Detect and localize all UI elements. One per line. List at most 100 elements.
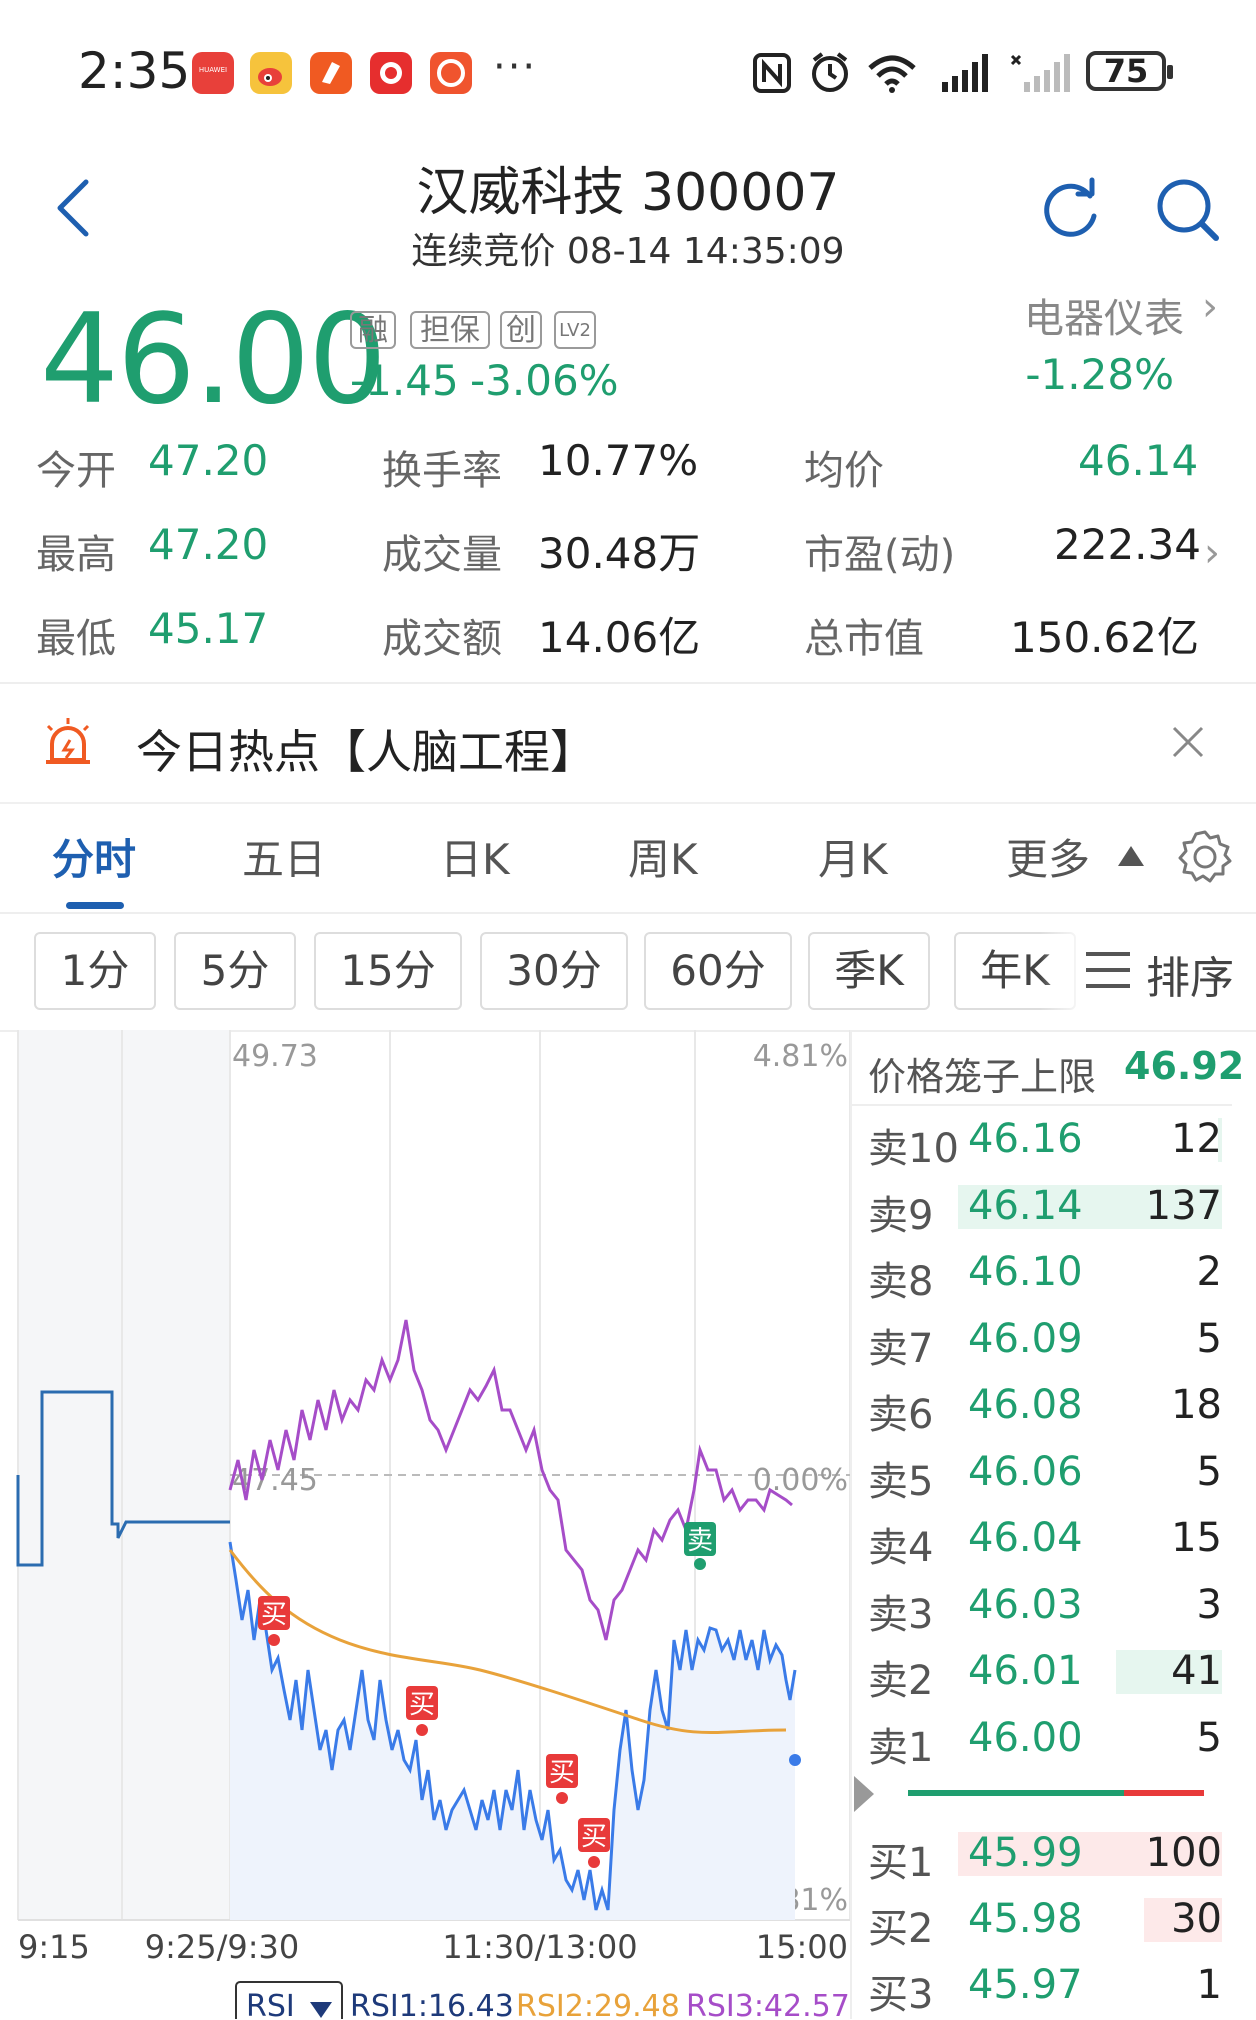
tab-weekly-k[interactable]: 周K [628,826,698,887]
app-orange-icon [310,52,352,94]
pct-mid-label: 0.00% [753,1463,848,1498]
bid-level-label: 买2 [868,1906,934,1952]
stat-high-value: 47.20 [148,520,269,569]
marker-dot [416,1724,428,1736]
ask-volume: 12 [1171,1116,1222,1162]
ask-volume: 15 [1171,1515,1222,1561]
ask-level-label: 卖1 [868,1724,934,1771]
refresh-icon[interactable] [1038,176,1104,242]
ask-row[interactable]: 卖5 46.06 5 [868,1449,1222,1505]
alarm-icon [812,52,848,92]
marker-dot [694,1558,706,1570]
bid-row[interactable]: 买1 45.99 100 [868,1830,1222,1886]
pre-open-area [18,1030,230,1920]
rsi2-label: RSI2:29.48 [516,1989,680,2019]
app-coin-icon [430,52,472,94]
ask-level-label: 卖7 [868,1325,934,1372]
bid-level-label: 买1 [868,1840,934,1886]
order-book-divider [852,1104,1232,1106]
ask-price: 46.00 [968,1714,1083,1761]
period-quarter-k[interactable]: 季K [808,932,930,1010]
pe-chevron-icon[interactable]: › [1204,530,1220,576]
tab-more[interactable]: 更多 [1006,826,1090,887]
ask-row[interactable]: 卖6 46.08 18 [868,1382,1222,1438]
sort-menu-icon[interactable] [1084,950,1132,990]
bid-row[interactable]: 买3 45.97 1 [868,1962,1222,2018]
caret-up-icon[interactable] [1116,842,1146,868]
period-60min[interactable]: 60分 [644,932,792,1010]
sector-change: -1.28% [1025,350,1174,399]
ask-price: 46.01 [968,1648,1083,1694]
gear-icon[interactable] [1176,828,1234,886]
ask-row[interactable]: 卖2 46.01 41 [868,1648,1222,1704]
buy-marker-label: 买 [261,1600,287,1630]
expand-arrow-icon[interactable] [852,1774,876,1814]
ask-row[interactable]: 卖1 46.00 5 [868,1714,1222,1771]
marker-dot [556,1792,568,1804]
ask-price: 46.09 [968,1315,1083,1362]
ask-price: 46.10 [968,1249,1083,1295]
badge-margin: 融 [350,311,396,349]
hot-topic-text[interactable]: 今日热点【人脑工程】 [136,716,596,782]
ask-row[interactable]: 卖3 46.03 3 [868,1582,1222,1638]
price-cap-value: 46.92 [1124,1044,1245,1088]
stat-open-label: 今开 [36,448,116,494]
period-30min[interactable]: 30分 [480,932,628,1010]
badge-level2: LV2 [554,311,596,349]
intraday-chart[interactable]: 49.7347.4545.174.81%0.00%-4.81%9:159:25/… [0,1030,860,2019]
tab-monthly-k[interactable]: 月K [818,826,888,887]
rsi1-label: RSI1:16.43 [350,1989,514,2019]
last-price-dot [789,1754,801,1766]
bid-volume: 30 [1171,1896,1222,1942]
search-icon[interactable] [1152,174,1222,244]
bid-row[interactable]: 买2 45.98 30 [868,1896,1222,1952]
ask-row[interactable]: 卖10 46.16 12 [868,1116,1222,1172]
tab-daily-k[interactable]: 日K [440,826,510,887]
stat-amount-value: 14.06亿 [538,613,701,662]
ask-row[interactable]: 卖7 46.09 5 [868,1315,1222,1372]
price-change-pct: -3.06% [470,356,619,405]
ask-row[interactable]: 卖9 46.14 137 [868,1183,1222,1239]
ask-row[interactable]: 卖4 46.04 15 [868,1515,1222,1571]
rsi3-label: RSI3:42.57 [686,1989,850,2019]
ask-volume: 5 [1196,1714,1222,1761]
signal-2-icon [1010,54,1070,92]
period-5min[interactable]: 5分 [174,932,296,1010]
ask-row[interactable]: 卖8 46.10 2 [868,1249,1222,1305]
ask-price: 46.16 [968,1116,1083,1162]
huawei-icon-label: HUAWEI [198,66,228,74]
price-change: -1.45 [350,356,459,405]
ask-level-label: 卖3 [868,1591,934,1638]
period-15min[interactable]: 15分 [314,932,462,1010]
stat-amount-label: 成交额 [382,616,502,662]
bid-volume: 100 [1145,1830,1222,1876]
x-label: 9:15 [18,1928,90,1966]
period-1min[interactable]: 1分 [34,932,156,1010]
badge-chinext: 创 [500,311,542,349]
close-icon[interactable] [1170,724,1206,760]
tab-intraday[interactable]: 分时 [52,826,136,887]
stat-avg-label: 均价 [804,448,884,494]
app-red-icon [370,52,412,94]
stat-low-value: 45.17 [148,604,269,653]
sort-button[interactable]: 排序 [1146,942,1234,1006]
buy-marker-label: 买 [581,1822,607,1852]
sector-chevron-icon[interactable]: › [1202,284,1218,330]
buy-sell-ratio-bar-red [1124,1790,1204,1796]
indicator-select-label: RSI [246,1989,295,2019]
buy-marker-label: 买 [549,1758,575,1788]
order-book-left-border [850,1030,852,2019]
ask-level-label: 卖10 [868,1126,959,1172]
ask-level-label: 卖9 [868,1192,934,1239]
sell-marker-label: 卖 [687,1526,713,1556]
ask-price: 46.04 [968,1515,1083,1561]
stat-avg-value: 46.14 [1078,436,1199,485]
weibo-icon [250,52,292,94]
battery-indicator: 75 [1086,51,1173,91]
stat-pe-label: 市盈(动) [804,532,956,578]
x-label: 9:25/9:30 [145,1928,300,1966]
divider [0,802,1256,804]
stat-mktcap-value: 150.62亿 [1010,613,1199,662]
sector-name[interactable]: 电器仪表 [1024,286,1184,344]
tab-five-day[interactable]: 五日 [242,826,326,887]
